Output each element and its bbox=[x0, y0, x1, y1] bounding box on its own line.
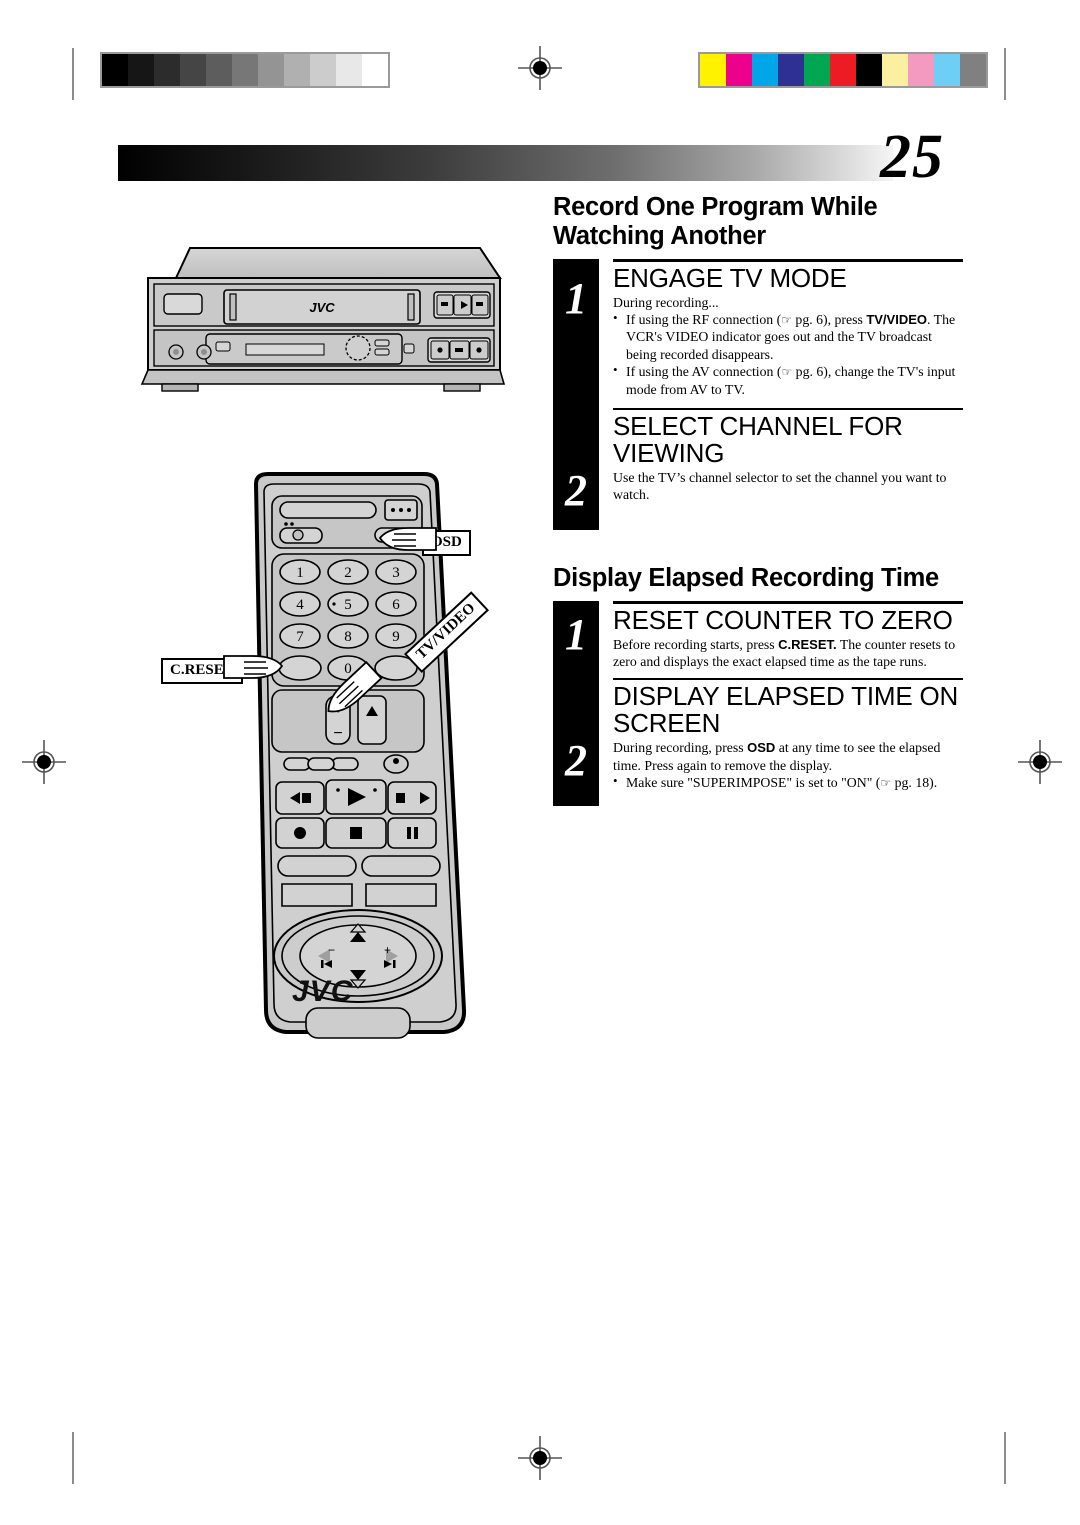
vcr-front-panel: JVC bbox=[140, 247, 506, 392]
svg-text:1: 1 bbox=[296, 565, 304, 581]
step-heading: SELECT CHANNEL FOR VIEWING bbox=[613, 410, 903, 468]
svg-text:4: 4 bbox=[296, 597, 304, 613]
step-body: Use the TV’s channel selector to set the… bbox=[613, 469, 963, 504]
crop-mark-left-top bbox=[72, 48, 74, 100]
step-display-elapsed-time: 2 DISPLAY ELAPSED TIME ON SCREEN During … bbox=[553, 683, 963, 805]
registration-target-top bbox=[518, 46, 562, 90]
step-number-1: 1 bbox=[565, 273, 587, 323]
step-intro: During recording... bbox=[613, 294, 719, 310]
step-intro: Before recording starts, press C.RESET. … bbox=[613, 636, 956, 669]
remote-control: 1 2 3 4 5 6 7 8 9 0 + − − bbox=[253, 472, 467, 1039]
list-item: If using the AV connection (☞ pg. 6), ch… bbox=[613, 362, 963, 398]
grayscale-step-wedge bbox=[100, 52, 390, 88]
svg-text:8: 8 bbox=[344, 629, 352, 645]
step-heading: DISPLAY ELAPSED TIME ON SCREEN bbox=[613, 681, 959, 739]
step-number-1: 1 bbox=[565, 609, 587, 659]
svg-text:7: 7 bbox=[296, 629, 304, 645]
step-heading: RESET COUNTER TO ZERO bbox=[613, 604, 953, 635]
page-number: 25 bbox=[880, 123, 944, 191]
step-rule-top bbox=[613, 258, 963, 262]
step-group-2: 1 RESET COUNTER TO ZERO Before recording… bbox=[553, 600, 963, 806]
step-group-1: 1 ENGAGE TV MODE During recording... If … bbox=[553, 258, 963, 530]
step-engage-tv-mode: 1 ENGAGE TV MODE During recording... If … bbox=[553, 258, 963, 410]
registration-target-left bbox=[22, 740, 66, 784]
svg-text:+: + bbox=[384, 943, 391, 957]
step-select-channel: 2 SELECT CHANNEL FOR VIEWING Use the TV’… bbox=[553, 410, 963, 530]
step-reset-counter: 1 RESET COUNTER TO ZERO Before recording… bbox=[553, 600, 963, 681]
step-body: During recording, press OSD at any time … bbox=[613, 739, 963, 791]
svg-text:−: − bbox=[328, 943, 335, 957]
callout-c-reset-pointer bbox=[223, 655, 284, 679]
registration-target-bottom bbox=[518, 1436, 562, 1480]
step-rule-top bbox=[613, 600, 963, 604]
step-number-2: 2 bbox=[565, 736, 587, 786]
svg-text:9: 9 bbox=[392, 629, 400, 645]
step-intro: During recording, press OSD at any time … bbox=[613, 740, 941, 773]
step-bullet-list: Make sure "SUPERIMPOSE" is set to "ON" (… bbox=[613, 773, 963, 791]
crop-mark-right-bottom bbox=[1004, 1432, 1006, 1484]
svg-text:JVC: JVC bbox=[309, 300, 335, 315]
svg-text:2: 2 bbox=[344, 565, 352, 581]
step-body: Before recording starts, press C.RESET. … bbox=[613, 636, 963, 671]
step-body: During recording... If using the RF conn… bbox=[613, 294, 963, 398]
crop-mark-right-top bbox=[1004, 48, 1006, 100]
section-title-display-elapsed-time: Display Elapsed Recording Time bbox=[553, 563, 939, 592]
list-item: Make sure "SUPERIMPOSE" is set to "ON" (… bbox=[613, 773, 963, 791]
remote-jvc-logo: JVC bbox=[292, 975, 354, 1008]
tv-video-button bbox=[331, 757, 359, 771]
header-gradient-bar bbox=[118, 145, 893, 181]
svg-text:5: 5 bbox=[344, 597, 352, 613]
instruction-column: Record One Program While Watching Anothe… bbox=[553, 193, 963, 806]
section-title-record-one-program: Record One Program While Watching Anothe… bbox=[553, 193, 878, 250]
step-bullet-list: If using the RF connection (☞ pg. 6), pr… bbox=[613, 310, 963, 398]
registration-target-right bbox=[1018, 740, 1062, 784]
svg-text:6: 6 bbox=[392, 597, 400, 613]
step-rule-bottom bbox=[613, 407, 963, 410]
step-intro: Use the TV’s channel selector to set the… bbox=[613, 469, 947, 503]
svg-text:3: 3 bbox=[392, 565, 400, 581]
callout-osd-pointer bbox=[378, 527, 437, 551]
color-registration-bar bbox=[698, 52, 988, 88]
crop-mark-left-bottom bbox=[72, 1432, 74, 1484]
step-number-2: 2 bbox=[565, 465, 587, 515]
list-item: If using the RF connection (☞ pg. 6), pr… bbox=[613, 310, 963, 363]
step-heading: ENGAGE TV MODE bbox=[613, 262, 847, 293]
step-rule-bottom bbox=[613, 678, 963, 681]
